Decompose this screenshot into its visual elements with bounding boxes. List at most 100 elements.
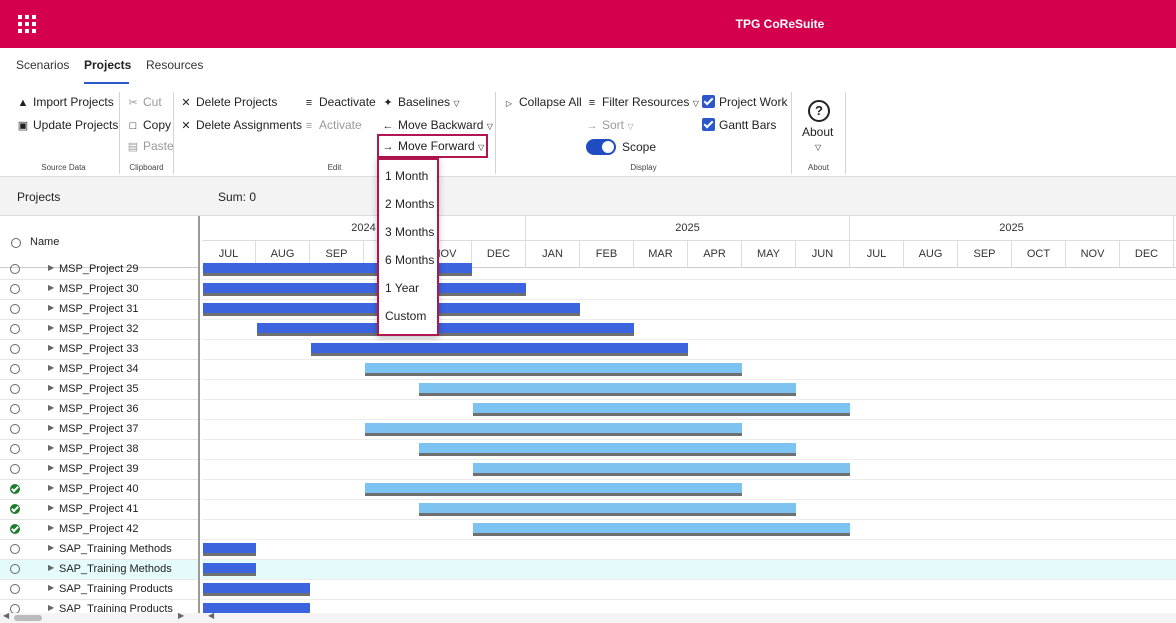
table-row[interactable]: ▶ MSP_Project 29 <box>0 260 198 280</box>
table-row[interactable]: ▶ MSP_Project 32 <box>0 320 198 340</box>
expand-icon[interactable]: ▶ <box>48 583 54 592</box>
gantt-bar[interactable] <box>365 483 742 497</box>
row-radio[interactable] <box>10 284 20 294</box>
menu-item[interactable]: 2 Months <box>385 195 434 213</box>
app-launcher-icon[interactable] <box>18 15 36 33</box>
expand-icon[interactable]: ▶ <box>48 543 54 552</box>
expand-icon[interactable]: ▶ <box>48 423 54 432</box>
collapse-all-button[interactable]: ▷ Collapse All <box>502 93 582 111</box>
table-row[interactable]: ▶ MSP_Project 31 <box>0 300 198 320</box>
scroll-left-icon[interactable]: ◀ <box>208 611 214 620</box>
tab-resources[interactable]: Resources <box>146 58 203 72</box>
delete-projects-button[interactable]: ✕ Delete Projects <box>179 93 277 111</box>
activate-button[interactable]: ≡ Activate <box>302 116 362 134</box>
table-row[interactable]: ▶ SAP_Training Products <box>0 580 198 600</box>
gantt-bar[interactable] <box>365 423 742 437</box>
expand-icon[interactable]: ▶ <box>48 323 54 332</box>
gantt-bar[interactable] <box>473 403 850 417</box>
table-row[interactable]: ▶ MSP_Project 40 <box>0 480 198 500</box>
expand-icon[interactable]: ▶ <box>48 483 54 492</box>
cut-button[interactable]: ✂ Cut <box>126 93 161 111</box>
row-radio[interactable] <box>10 464 20 474</box>
select-all-radio[interactable] <box>11 238 21 248</box>
sort-dropdown[interactable]: → Sort ▽ <box>585 116 634 134</box>
expand-icon[interactable]: ▶ <box>48 343 54 352</box>
gantt-bar[interactable] <box>203 543 256 557</box>
move-backward-dropdown[interactable]: ← Move Backward ▽ <box>381 116 493 134</box>
gantt-bar[interactable] <box>257 323 634 337</box>
expand-icon[interactable]: ▶ <box>48 303 54 312</box>
expand-icon[interactable]: ▶ <box>48 403 54 412</box>
gantt-bars-checkbox[interactable]: Gantt Bars <box>702 116 776 134</box>
gantt-bar[interactable] <box>419 443 796 457</box>
expand-icon[interactable]: ▶ <box>48 383 54 392</box>
checked-status-icon[interactable] <box>10 524 20 534</box>
expand-icon[interactable]: ▶ <box>48 523 54 532</box>
horizontal-scrollbar[interactable]: ◀ ▶ ◀ <box>0 611 1176 623</box>
table-row[interactable]: ▶ MSP_Project 35 <box>0 380 198 400</box>
help-icon[interactable]: ? <box>808 100 830 122</box>
table-row[interactable]: ▶ MSP_Project 34 <box>0 360 198 380</box>
gantt-bar[interactable] <box>473 463 850 477</box>
row-radio[interactable] <box>10 424 20 434</box>
table-row[interactable]: ▶ MSP_Project 38 <box>0 440 198 460</box>
scroll-left-icon[interactable]: ◀ <box>3 611 9 620</box>
expand-icon[interactable]: ▶ <box>48 363 54 372</box>
expand-icon[interactable]: ▶ <box>48 603 54 612</box>
menu-item[interactable]: 6 Months <box>385 251 434 269</box>
toggle-switch[interactable] <box>586 139 616 155</box>
row-radio[interactable] <box>10 344 20 354</box>
row-radio[interactable] <box>10 544 20 554</box>
menu-item[interactable]: 1 Year <box>385 279 419 297</box>
checkbox-checked[interactable] <box>702 118 715 131</box>
table-row[interactable]: ▶ MSP_Project 39 <box>0 460 198 480</box>
gantt-bar[interactable] <box>203 583 310 597</box>
table-row[interactable]: ▶ MSP_Project 37 <box>0 420 198 440</box>
tab-projects[interactable]: Projects <box>84 58 131 72</box>
menu-item[interactable]: 1 Month <box>385 167 428 185</box>
gantt-bar[interactable] <box>473 523 850 537</box>
table-row[interactable]: ▶ MSP_Project 41 <box>0 500 198 520</box>
update-projects-button[interactable]: ▣ Update Projects <box>16 116 119 134</box>
row-radio[interactable] <box>10 564 20 574</box>
row-radio[interactable] <box>10 584 20 594</box>
table-row[interactable]: ▶ MSP_Project 33 <box>0 340 198 360</box>
menu-item[interactable]: 3 Months <box>385 223 434 241</box>
chevron-down-icon[interactable]: ▽ <box>815 139 821 157</box>
expand-icon[interactable]: ▶ <box>48 563 54 572</box>
gantt-bar[interactable] <box>365 363 742 377</box>
delete-assignments-button[interactable]: ✕ Delete Assignments <box>179 116 302 134</box>
expand-icon[interactable]: ▶ <box>48 443 54 452</box>
gantt-bar[interactable] <box>419 503 796 517</box>
checked-status-icon[interactable] <box>10 504 20 514</box>
expand-icon[interactable]: ▶ <box>48 503 54 512</box>
row-radio[interactable] <box>10 444 20 454</box>
scrollbar-thumb[interactable] <box>14 615 42 621</box>
copy-button[interactable]: □ Copy <box>126 116 171 134</box>
tab-scenarios[interactable]: Scenarios <box>16 58 69 72</box>
row-radio[interactable] <box>10 384 20 394</box>
expand-icon[interactable]: ▶ <box>48 463 54 472</box>
checked-status-icon[interactable] <box>10 484 20 494</box>
gantt-bar[interactable] <box>311 343 688 357</box>
row-radio[interactable] <box>10 404 20 414</box>
scope-toggle[interactable]: Scope <box>586 138 656 156</box>
table-row[interactable]: ▶ MSP_Project 30 <box>0 280 198 300</box>
scroll-right-icon[interactable]: ▶ <box>178 611 184 620</box>
project-work-checkbox[interactable]: Project Work <box>702 93 787 111</box>
table-row[interactable]: ▶ SAP_Training Methods <box>0 560 198 580</box>
table-row[interactable]: ▶ MSP_Project 42 <box>0 520 198 540</box>
gantt-bar[interactable] <box>203 563 256 577</box>
row-radio[interactable] <box>10 304 20 314</box>
deactivate-button[interactable]: ≡ Deactivate <box>302 93 376 111</box>
filter-resources-dropdown[interactable]: ≡ Filter Resources ▽ <box>585 93 699 111</box>
checkbox-checked[interactable] <box>702 95 715 108</box>
import-projects-button[interactable]: ▲ Import Projects <box>16 93 114 111</box>
table-row[interactable]: ▶ MSP_Project 36 <box>0 400 198 420</box>
gantt-bar[interactable] <box>419 383 796 397</box>
table-row[interactable]: ▶ SAP_Training Methods <box>0 540 198 560</box>
paste-button[interactable]: ▤ Paste <box>126 137 174 155</box>
baselines-dropdown[interactable]: ✦ Baselines ▽ <box>381 93 459 111</box>
gantt-bar[interactable] <box>203 283 526 297</box>
row-radio[interactable] <box>10 264 20 274</box>
